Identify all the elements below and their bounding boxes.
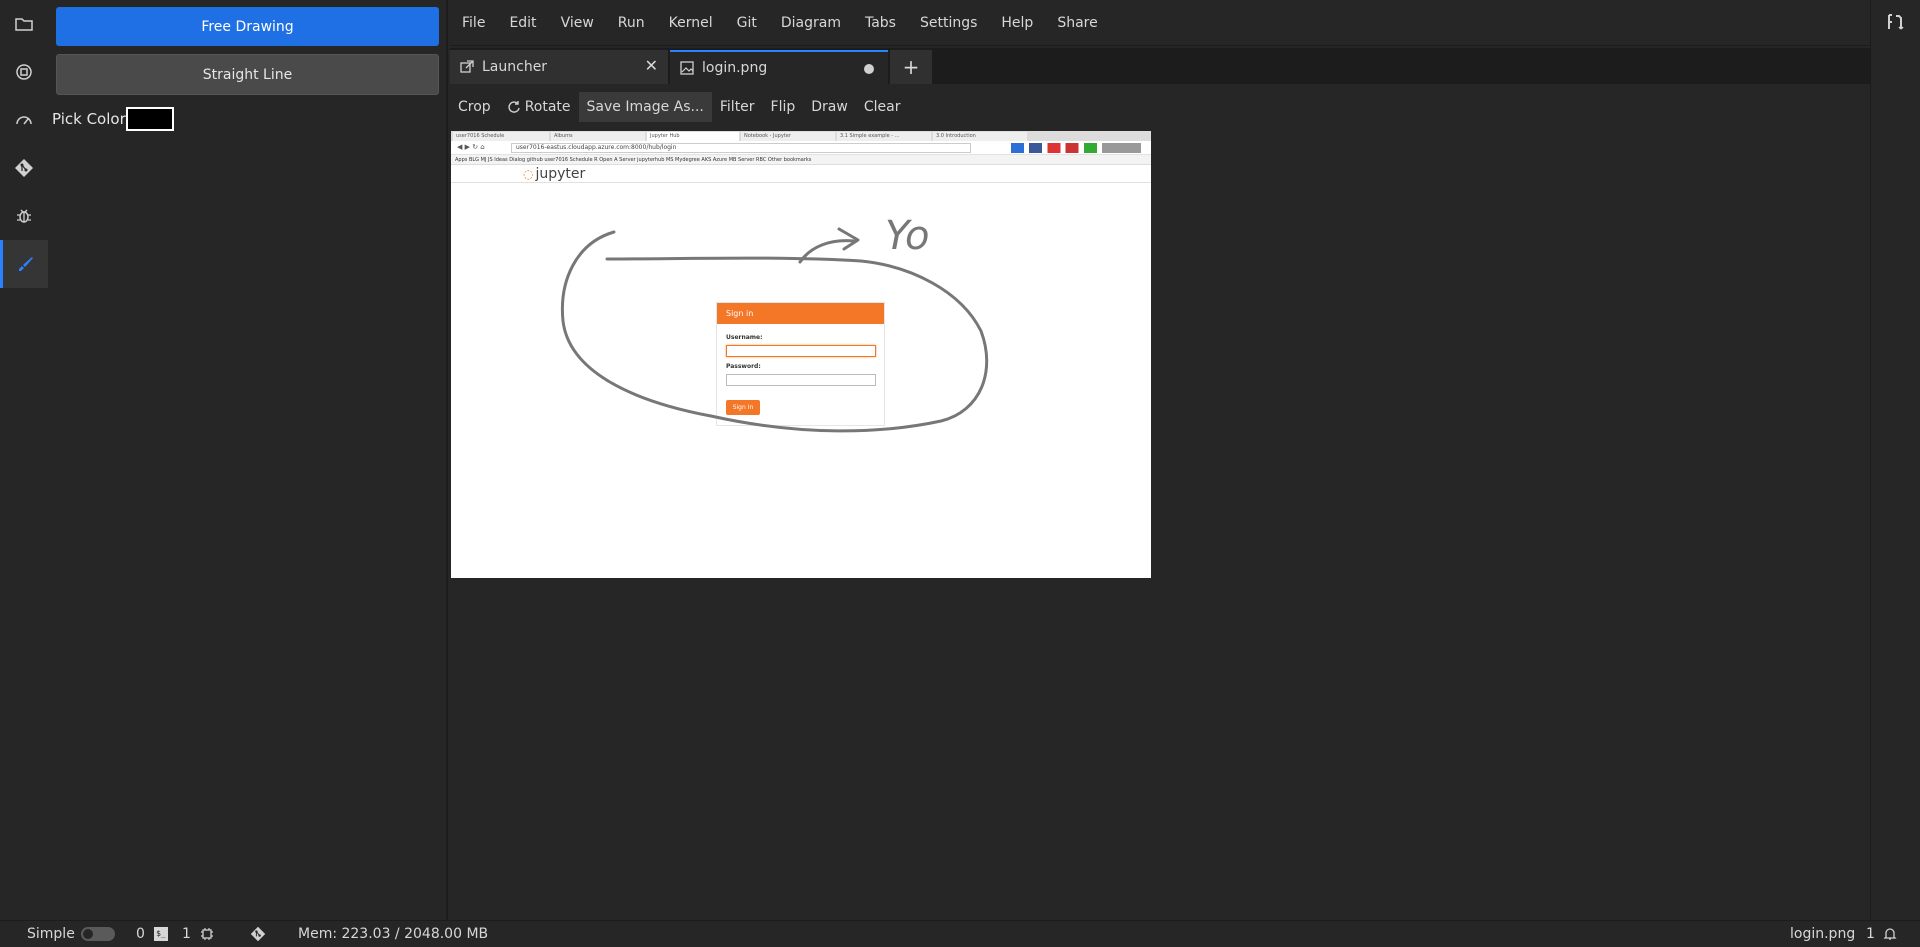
stop-circle-icon (16, 64, 32, 80)
app-window: Free Drawing Straight Line Pick Color Fi… (0, 0, 1920, 946)
close-icon[interactable]: ✕ (645, 58, 658, 74)
menu-share[interactable]: Share (1045, 0, 1109, 45)
notification-count[interactable]: 1 (1866, 921, 1897, 947)
rotate-button[interactable]: Rotate (499, 92, 579, 122)
tab-login-png[interactable]: login.png (670, 50, 888, 84)
plus-icon: + (902, 55, 920, 79)
menu-run[interactable]: Run (606, 0, 657, 45)
rotate-icon (508, 101, 520, 113)
color-picker[interactable] (125, 107, 174, 131)
kernel-count[interactable]: 0 $_ (136, 921, 168, 947)
clear-button[interactable]: Clear (856, 92, 909, 122)
pick-color-row: Pick Color (52, 107, 174, 131)
tab-launcher[interactable]: Launcher ✕ (450, 50, 668, 84)
kernel-count-value: 0 (136, 926, 145, 942)
loop-stroke (560, 230, 989, 433)
pick-color-label: Pick Color (52, 110, 126, 128)
menu-settings[interactable]: Settings (908, 0, 989, 45)
menubar-divider (450, 45, 1870, 46)
external-link-icon (460, 60, 474, 73)
right-sidebar (1870, 0, 1920, 920)
menu-git[interactable]: Git (725, 0, 769, 45)
menu-diagram[interactable]: Diagram (769, 0, 853, 45)
crop-button[interactable]: Crop (450, 92, 499, 122)
property-inspector-icon[interactable] (1885, 12, 1905, 32)
terminal-count-value: 1 (182, 926, 191, 942)
menu-kernel[interactable]: Kernel (657, 0, 725, 45)
running-sessions-button[interactable] (0, 48, 48, 96)
image-canvas[interactable]: user7016 Schedule Albums Jupyter Hub Not… (451, 131, 1151, 578)
tab-bar: Launcher ✕ login.png + (450, 48, 1870, 84)
gauge-icon (16, 116, 32, 125)
chip-icon (200, 928, 213, 940)
git-icon (250, 926, 266, 942)
menu-view[interactable]: View (549, 0, 606, 45)
straight-line-button[interactable]: Straight Line (56, 54, 439, 95)
folder-icon (15, 18, 33, 31)
bug-icon (17, 209, 31, 223)
status-bar: Simple 0 $_ 1 Mem: 223.03 / 2048.00 MB l… (0, 920, 1920, 946)
terminal-icon: $_ (153, 927, 168, 941)
memory-usage: Mem: 223.03 / 2048.00 MB (298, 926, 489, 942)
draw-button[interactable]: Draw (803, 92, 856, 122)
notification-count-value: 1 (1866, 926, 1875, 942)
filter-button[interactable]: Filter (712, 92, 763, 122)
image-toolbar: Crop Rotate Save Image As... Filter Flip… (450, 92, 908, 122)
tab-label: login.png (702, 60, 768, 76)
brush-icon (18, 257, 33, 271)
menu-file[interactable]: File (450, 0, 497, 45)
active-filename: login.png (1790, 926, 1856, 942)
git-button[interactable] (0, 144, 48, 192)
activity-bar (0, 0, 48, 920)
image-icon (680, 61, 694, 75)
bell-icon (1883, 928, 1897, 940)
drawing-panel: Free Drawing Straight Line Pick Color (48, 0, 448, 920)
toggle-switch[interactable] (80, 927, 115, 941)
rotate-label: Rotate (524, 99, 571, 115)
flip-button[interactable]: Flip (763, 92, 804, 122)
debugger-button[interactable] (0, 192, 48, 240)
arrow-head-stroke (837, 227, 860, 251)
free-drawing-button[interactable]: Free Drawing (56, 7, 439, 46)
menu-edit[interactable]: Edit (497, 0, 548, 45)
resources-button[interactable] (0, 96, 48, 144)
simple-mode-label: Simple (27, 926, 75, 942)
menu-help[interactable]: Help (989, 0, 1045, 45)
terminal-count[interactable]: 1 (182, 921, 214, 947)
save-image-as-button[interactable]: Save Image As... (578, 92, 712, 122)
menu-tabs[interactable]: Tabs (853, 0, 908, 45)
menu-bar: File Edit View Run Kernel Git Diagram Ta… (450, 0, 1870, 45)
simple-mode-toggle[interactable]: Simple (27, 921, 115, 947)
file-browser-button[interactable] (0, 0, 48, 48)
unsaved-indicator-icon[interactable] (864, 64, 874, 74)
git-icon (15, 159, 33, 177)
tab-label: Launcher (482, 59, 548, 75)
freehand-annotation: Yo (560, 213, 989, 433)
new-tab-button[interactable]: + (890, 50, 932, 84)
drawing-tool-button[interactable] (0, 240, 48, 288)
git-status[interactable] (250, 921, 266, 947)
annotation-text: Yo (885, 213, 930, 259)
